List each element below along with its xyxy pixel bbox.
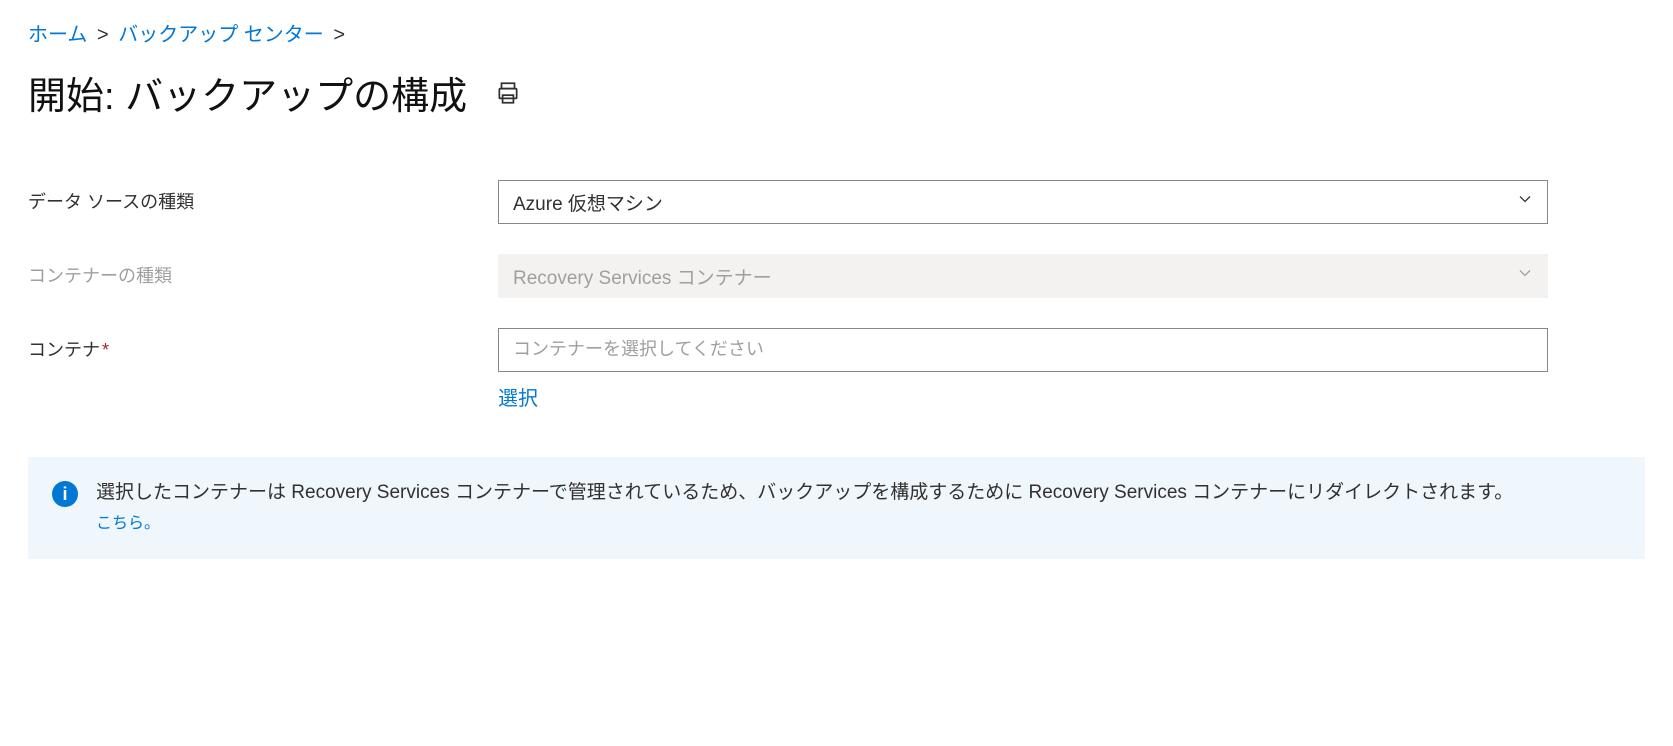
breadcrumb-separator: > [333,24,345,46]
container-input[interactable] [498,328,1548,372]
container-select-link[interactable]: 選択 [498,382,538,411]
datasource-type-value: Azure 仮想マシン [513,189,663,216]
chevron-down-icon [1515,189,1535,215]
required-indicator: * [102,340,109,360]
page-title: 開始: バックアップの構成 [28,65,467,120]
breadcrumb-home[interactable]: ホーム [28,24,87,46]
print-icon[interactable] [495,80,521,106]
chevron-down-icon [1515,263,1535,289]
svg-text:i: i [62,484,67,504]
info-link[interactable]: こちら。 [96,512,160,536]
container-label: コンテナ* [28,328,498,362]
info-message: 選択したコンテナーは Recovery Services コンテナーで管理されて… [96,482,1513,503]
container-type-value: Recovery Services コンテナー [513,263,772,290]
container-type-label: コンテナーの種類 [28,254,498,288]
breadcrumb-separator: > [97,24,109,46]
datasource-type-label: データ ソースの種類 [28,180,498,214]
breadcrumb: ホーム > バックアップ センター > [28,18,1645,47]
info-icon: i [52,481,78,507]
container-type-select: Recovery Services コンテナー [498,254,1548,298]
breadcrumb-backup-center[interactable]: バックアップ センター [118,24,324,46]
datasource-type-select[interactable]: Azure 仮想マシン [498,180,1548,224]
info-panel: i 選択したコンテナーは Recovery Services コンテナーで管理さ… [28,457,1645,559]
